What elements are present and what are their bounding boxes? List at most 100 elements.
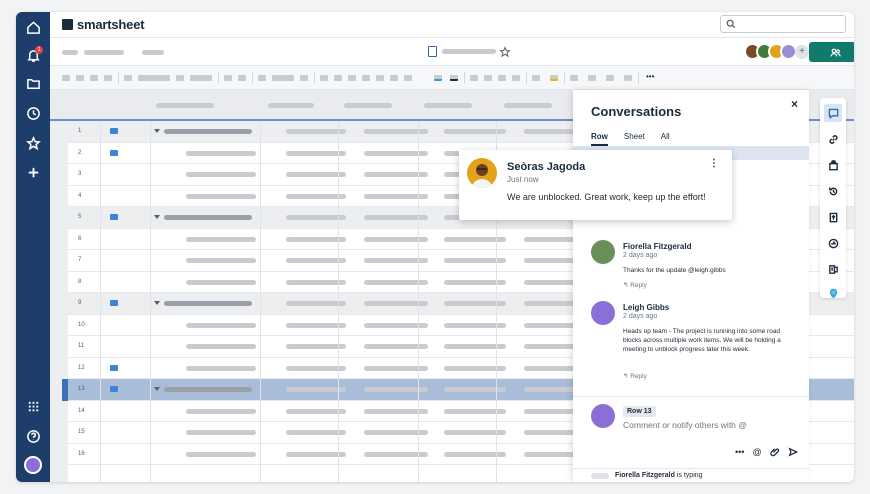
bold-button[interactable] <box>224 75 232 81</box>
toolbar-button[interactable] <box>90 75 98 81</box>
text-color-button[interactable] <box>434 75 442 81</box>
more-options-button[interactable]: ••• <box>735 447 744 457</box>
typing-dots-icon <box>591 473 609 479</box>
size-dropdown[interactable] <box>190 75 212 81</box>
more-toolbar-button[interactable]: ••• <box>646 72 654 81</box>
sender-avatar <box>467 158 497 188</box>
toolbar-button[interactable] <box>362 75 370 81</box>
row-number: 10 <box>78 321 85 328</box>
notifications-icon[interactable]: 1 <box>16 42 50 68</box>
row-tag: Row 13 <box>623 406 656 417</box>
row-comment-icon[interactable] <box>110 128 118 134</box>
toolbar-button[interactable] <box>300 75 308 81</box>
add-collaborator-button[interactable]: + <box>795 45 809 59</box>
comment-actions: ••• @ <box>735 447 798 457</box>
create-plus-icon[interactable] <box>16 159 50 185</box>
expand-caret-icon[interactable] <box>154 215 160 219</box>
recents-clock-icon[interactable] <box>16 100 50 126</box>
column-header[interactable] <box>268 103 314 108</box>
activity-log-icon[interactable] <box>824 182 842 200</box>
toolbar-divider <box>464 72 465 84</box>
forms-icon[interactable] <box>824 260 842 278</box>
comment-notification-toast[interactable]: Seòras Jagoda Just now We are unblocked.… <box>459 150 732 220</box>
toolbar-button[interactable] <box>390 75 398 81</box>
fill-color-button[interactable] <box>450 75 458 81</box>
expand-caret-icon[interactable] <box>154 129 160 133</box>
apps-grid-icon[interactable] <box>16 393 50 419</box>
attachment-icon[interactable] <box>769 447 780 457</box>
summary-gauge-icon[interactable] <box>824 234 842 252</box>
close-panel-button[interactable]: × <box>791 97 798 111</box>
toolbar-button[interactable] <box>76 75 84 81</box>
row-comment-icon[interactable] <box>110 386 118 392</box>
conversations-icon[interactable] <box>824 104 842 122</box>
column-header[interactable] <box>424 103 472 108</box>
brand[interactable]: smartsheet <box>62 17 145 32</box>
toolbar: ••• <box>50 66 854 90</box>
toolbar-button[interactable] <box>606 75 614 81</box>
search-box[interactable] <box>720 15 846 33</box>
favorites-star-icon[interactable] <box>16 130 50 156</box>
row-comment-icon[interactable] <box>110 149 118 156</box>
toolbar-button[interactable] <box>404 75 412 81</box>
row-comment-icon[interactable] <box>110 214 118 220</box>
expand-caret-icon[interactable] <box>154 387 160 391</box>
folder-icon[interactable] <box>16 70 50 96</box>
row-gutter <box>50 121 68 482</box>
font-dropdown[interactable] <box>138 75 170 81</box>
proofs-stack-icon[interactable] <box>824 156 842 174</box>
toolbar-button[interactable] <box>512 75 520 81</box>
mention-button[interactable]: @ <box>752 447 761 457</box>
publish-upload-icon[interactable] <box>824 208 842 226</box>
toolbar-button[interactable] <box>104 75 112 81</box>
reply-link[interactable]: ↰ Reply <box>623 281 647 289</box>
toolbar-button[interactable] <box>624 75 632 81</box>
user-avatar[interactable] <box>16 452 50 478</box>
tab-row[interactable]: Row <box>591 132 608 146</box>
toolbar-button[interactable] <box>498 75 506 81</box>
tab-all[interactable]: All <box>661 132 670 146</box>
share-button[interactable] <box>809 42 854 62</box>
breadcrumb-placeholder <box>142 50 164 55</box>
toolbar-button[interactable] <box>334 75 342 81</box>
parent-task-placeholder <box>164 215 252 220</box>
toolbar-button[interactable] <box>62 75 70 81</box>
gridline <box>260 121 261 482</box>
toolbar-dropdown[interactable] <box>272 75 294 81</box>
highlight-button[interactable] <box>550 75 558 81</box>
toolbar-button[interactable] <box>484 75 492 81</box>
toast-menu-button[interactable]: ⋮ <box>709 158 719 169</box>
toolbar-button[interactable] <box>470 75 478 81</box>
toolbar-button[interactable] <box>532 75 540 81</box>
top-bar: smartsheet <box>50 12 854 38</box>
toolbar-button[interactable] <box>258 75 266 81</box>
row-comment-icon[interactable] <box>110 300 118 306</box>
row-comment-icon[interactable] <box>110 364 118 371</box>
toolbar-button[interactable] <box>570 75 578 81</box>
send-icon[interactable] <box>788 447 798 457</box>
home-icon[interactable] <box>16 14 50 40</box>
typing-label: is typing <box>674 472 703 479</box>
toolbar-button[interactable] <box>348 75 356 81</box>
star-icon[interactable] <box>499 45 511 58</box>
toolbar-button[interactable] <box>588 75 596 81</box>
expand-caret-icon[interactable] <box>154 301 160 305</box>
attachments-link-icon[interactable] <box>824 130 842 148</box>
gridline <box>100 121 101 482</box>
italic-button[interactable] <box>238 75 246 81</box>
reply-link[interactable]: ↰ Reply <box>623 372 647 380</box>
commenter-avatar <box>591 301 615 325</box>
help-icon[interactable] <box>16 423 50 449</box>
tab-sheet[interactable]: Sheet <box>624 132 645 146</box>
toolbar-button[interactable] <box>376 75 384 81</box>
insights-bulb-icon[interactable] <box>824 284 842 302</box>
column-header[interactable] <box>504 103 552 108</box>
toolbar-button[interactable] <box>176 75 184 81</box>
sheet-icon <box>428 46 437 57</box>
column-header[interactable] <box>344 103 392 108</box>
toolbar-button[interactable] <box>124 75 132 81</box>
toolbar-button[interactable] <box>320 75 328 81</box>
comment-input[interactable] <box>623 420 798 430</box>
gridline <box>418 121 419 482</box>
column-header[interactable] <box>156 103 214 108</box>
